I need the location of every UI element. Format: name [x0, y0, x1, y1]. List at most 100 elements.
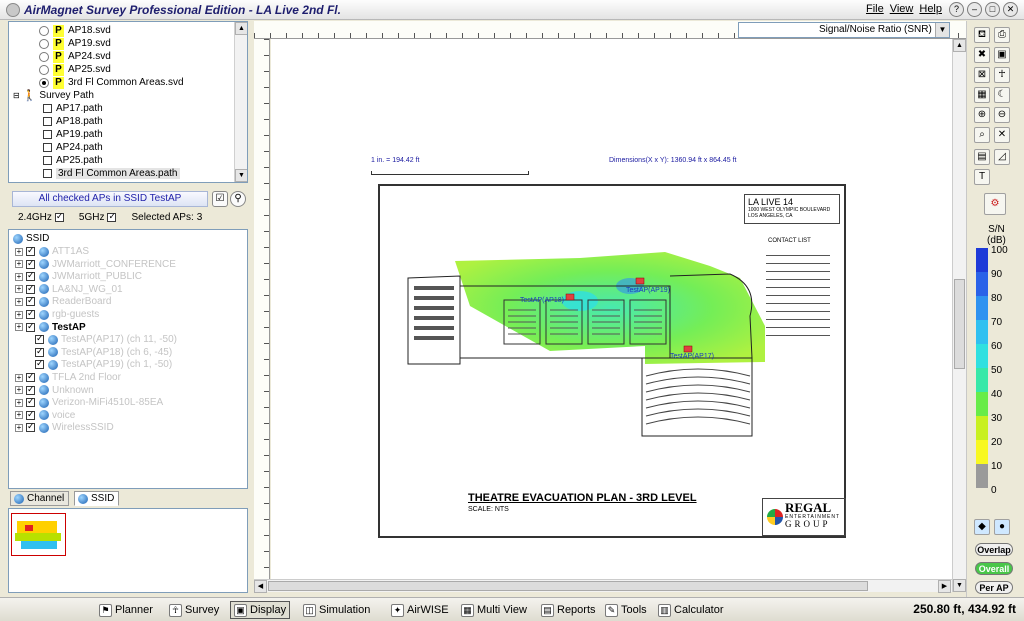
zoom-fit-icon[interactable]: ⌕	[974, 127, 990, 143]
help-icon[interactable]: ?	[949, 2, 964, 17]
vertical-scrollbar[interactable]: ▲ ▼	[952, 39, 966, 592]
map-thumbnail[interactable]	[11, 513, 67, 557]
vertical-ruler[interactable]	[254, 39, 270, 581]
survey-file-tree[interactable]: P AP18.svd P AP19.svd P AP24.svd P AP25.…	[8, 21, 248, 183]
tab-channel[interactable]: Channel	[10, 491, 70, 506]
ssid-checkbox[interactable]	[26, 409, 35, 420]
list-item[interactable]: AP19.path	[43, 128, 103, 141]
menu-help[interactable]: Help	[919, 3, 942, 15]
path-checkbox[interactable]	[43, 169, 52, 178]
path-checkbox[interactable]	[43, 156, 52, 165]
path-checkbox[interactable]	[43, 117, 52, 126]
radio-button[interactable]	[39, 38, 49, 49]
check-filter-icon[interactable]: ☑	[212, 191, 228, 207]
ssid-checkbox[interactable]	[26, 371, 35, 382]
list-item[interactable]: P AP24.svd	[39, 50, 111, 63]
ssid-ap-item[interactable]: TestAP(AP18) (ch 6, -45)	[35, 346, 172, 359]
ssid-checkbox[interactable]	[35, 333, 44, 345]
expand-icon[interactable]: +	[15, 285, 23, 294]
overall-button[interactable]: Overall	[975, 562, 1013, 575]
ssid-ap-item[interactable]: TestAP(AP19) (ch 1, -50)	[35, 358, 172, 371]
ssid-root[interactable]: SSID	[13, 232, 49, 245]
ssid-checkbox[interactable]	[26, 295, 35, 307]
reset-zoom-icon[interactable]: ✕	[994, 127, 1010, 143]
radio-button[interactable]	[39, 64, 49, 75]
list-item[interactable]: P AP19.svd	[39, 37, 111, 50]
ssid-item[interactable]: + ReaderBoard	[15, 295, 111, 308]
close-icon[interactable]: ✕	[1003, 2, 1018, 17]
list-item[interactable]: P AP25.svd	[39, 63, 111, 76]
reports-button[interactable]: ▤ Reports	[538, 601, 599, 619]
planner-button[interactable]: ⚑ Planner	[96, 601, 156, 619]
expand-icon[interactable]: +	[15, 260, 23, 269]
ssid-item[interactable]: + ATT1AS	[15, 245, 89, 258]
ap-label[interactable]: TestAP(AP17)	[670, 353, 714, 360]
ssid-item[interactable]: + TestAP	[15, 321, 86, 334]
ssid-checkbox[interactable]	[26, 270, 35, 282]
scroll-up-icon[interactable]: ▲	[235, 22, 247, 35]
scroll-right-icon[interactable]: ▶	[938, 580, 951, 593]
delete-icon[interactable]: ✖	[974, 47, 990, 63]
ssid-item[interactable]: + JWMarriott_CONFERENCE	[15, 258, 176, 271]
expand-icon[interactable]: +	[15, 398, 23, 407]
expand-icon[interactable]: +	[15, 411, 23, 420]
path-checkbox[interactable]	[43, 130, 52, 139]
list-item[interactable]: AP17.path	[43, 102, 103, 115]
path-checkbox[interactable]	[43, 104, 52, 113]
calculator-button[interactable]: ▥ Calculator	[655, 601, 727, 619]
expand-icon[interactable]: +	[15, 423, 23, 432]
ssid-item[interactable]: + Verizon-MiFi4510L-85EA	[15, 396, 163, 409]
ap-placement-icon[interactable]: ⊠	[974, 67, 990, 83]
horizontal-scrollbar[interactable]: ◀ ▶	[254, 579, 952, 593]
zoom-in-icon[interactable]: ⊕	[974, 107, 990, 123]
display-button[interactable]: ▣ Display	[230, 601, 291, 619]
expand-icon[interactable]: +	[15, 272, 23, 281]
expand-icon[interactable]: +	[15, 247, 23, 256]
expand-icon[interactable]: +	[15, 386, 23, 395]
simulation-button[interactable]: ◫ Simulation	[300, 601, 373, 619]
grid-icon[interactable]: ▦	[974, 87, 990, 103]
ssid-checkbox[interactable]	[26, 283, 35, 294]
ssid-checkbox[interactable]	[26, 258, 35, 269]
ssid-checkbox[interactable]	[26, 396, 35, 408]
collapse-icon[interactable]: ⊟	[13, 91, 20, 100]
signal-settings-icon[interactable]: ⚙	[984, 193, 1006, 215]
radio-button[interactable]	[39, 51, 49, 62]
ssid-item[interactable]: + JWMarriott_PUBLIC	[15, 270, 142, 283]
scrollbar-thumb[interactable]	[268, 581, 868, 591]
chevron-down-icon[interactable]: ▼	[935, 23, 949, 37]
ssid-item[interactable]: + Unknown	[15, 384, 94, 397]
list-item[interactable]: AP25.path	[43, 154, 103, 167]
tree-scrollbar[interactable]: ▲ ▼	[234, 22, 247, 182]
ap-label[interactable]: TestAP(AP19)	[626, 287, 670, 294]
list-item[interactable]: P AP18.svd	[39, 24, 111, 37]
map-thumbnail-pane[interactable]	[8, 508, 248, 593]
scroll-down-icon[interactable]: ▼	[235, 169, 247, 182]
ssid-checkbox[interactable]	[26, 421, 35, 433]
maximize-icon[interactable]: □	[985, 2, 1000, 17]
scroll-down-icon[interactable]: ▼	[953, 579, 966, 592]
multi-view-button[interactable]: ▦ Multi View	[458, 601, 530, 619]
radio-button-selected[interactable]	[39, 77, 49, 88]
ssid-item[interactable]: + WirelessSSID	[15, 421, 114, 434]
ssid-item[interactable]: + voice	[15, 409, 75, 422]
view-mode-alt-icon[interactable]: ●	[994, 519, 1010, 535]
walking-person-icon[interactable]: ☥	[994, 67, 1010, 83]
survey-button[interactable]: ☥ Survey	[166, 601, 222, 619]
ssid-ap-item[interactable]: TestAP(AP17) (ch 11, -50)	[35, 333, 177, 346]
filter-title[interactable]: All checked APs in SSID TestAP	[12, 191, 208, 207]
airwise-button[interactable]: ✦ AirWISE	[388, 601, 452, 619]
ssid-checkbox[interactable]	[26, 321, 35, 332]
scroll-left-icon[interactable]: ◀	[254, 580, 267, 593]
ap-label[interactable]: TestAP(AP18)	[520, 297, 564, 304]
menu-view[interactable]: View	[890, 3, 914, 15]
expand-icon[interactable]: +	[15, 297, 23, 306]
per-ap-button[interactable]: Per AP	[975, 581, 1013, 594]
tab-ssid[interactable]: SSID	[74, 491, 120, 506]
view-mode-icon[interactable]: ◆	[974, 519, 990, 535]
expand-icon[interactable]: +	[15, 373, 23, 382]
printer-icon[interactable]: ⎙	[994, 27, 1010, 43]
survey-path-node[interactable]: ⊟ 🚶 Survey Path	[13, 89, 94, 102]
paint-bucket-icon[interactable]: ⛾	[974, 27, 990, 43]
zoom-out-icon[interactable]: ⊖	[994, 107, 1010, 123]
